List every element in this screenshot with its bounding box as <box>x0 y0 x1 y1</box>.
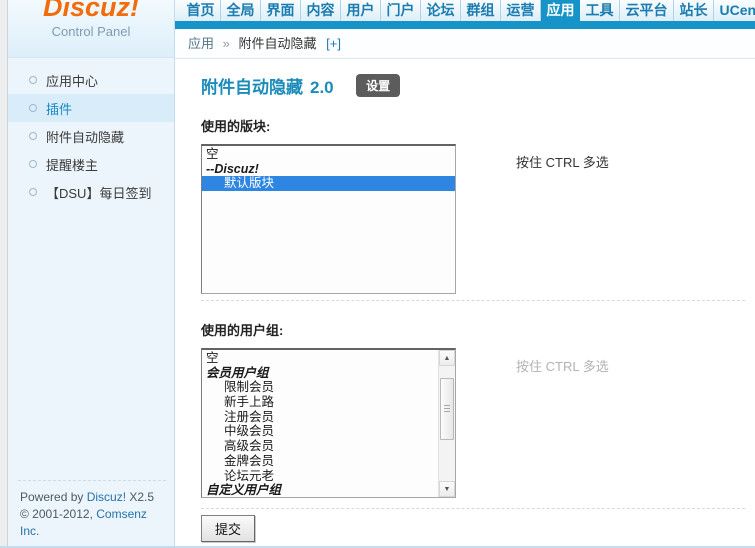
select-option[interactable]: 新手上路 <box>202 395 438 410</box>
nav-tab[interactable]: 界面 <box>261 0 301 21</box>
scroll-thumb-grip <box>444 405 450 413</box>
scrollbar[interactable]: ▲ ▼ <box>438 350 455 497</box>
bullet-icon <box>29 188 37 196</box>
nav-tab[interactable]: 工具 <box>580 0 620 21</box>
sidebar-item-label: 应用中心 <box>46 73 99 89</box>
breadcrumb-separator: » <box>222 36 230 51</box>
breadcrumb-current: 附件自动隐藏 <box>238 36 317 51</box>
sidebar-item[interactable]: 提醒楼主 <box>8 150 174 178</box>
nav-tab[interactable]: 内容 <box>301 0 341 21</box>
nav-tab[interactable]: 门户 <box>381 0 421 21</box>
select-option[interactable]: 空 <box>202 147 455 162</box>
nav-accent-stripe <box>175 21 755 29</box>
forum-field-label: 使用的版块: <box>201 119 271 134</box>
submit-button[interactable]: 提交 <box>201 515 256 542</box>
version-text: X2.5 <box>126 490 155 504</box>
select-option[interactable]: 注册会员 <box>202 410 438 425</box>
powered-by-text: Powered by <box>20 490 87 504</box>
select-option[interactable]: 中级会员 <box>202 424 438 439</box>
ctrl-multiselect-hint: 按住 CTRL 多选 <box>516 359 609 374</box>
nav-tab[interactable]: 应用 <box>541 0 580 29</box>
main-content: 附件自动隐藏 2.0 设置 使用的版块: 空 --Discuz! 默认版块 按住 CT… <box>176 59 755 548</box>
title-row: 附件自动隐藏 2.0 设置 <box>201 73 755 97</box>
ctrl-multiselect-hint: 按住 CTRL 多选 <box>516 155 609 170</box>
select-option[interactable]: 空 <box>202 351 438 366</box>
select-option[interactable]: 限制会员 <box>202 380 438 395</box>
discuz-logo[interactable]: Discuz! <box>8 0 174 23</box>
page-title: 附件自动隐藏 <box>201 78 303 97</box>
page-version: 2.0 <box>310 78 334 97</box>
discuz-link[interactable]: Discuz! <box>87 490 126 504</box>
logo-area: Discuz! Control Panel <box>8 0 174 58</box>
breadcrumb: 应用 » 附件自动隐藏 [+] <box>175 29 755 59</box>
copyright-line: © 2001-2012, Comsenz Inc. <box>20 506 164 540</box>
sidebar-item[interactable]: 【DSU】每日签到 <box>8 178 174 206</box>
sidebar-item[interactable]: 插件 <box>8 94 174 122</box>
row-separator <box>201 508 745 509</box>
select-option[interactable]: 金牌会员 <box>202 454 438 469</box>
browser-edge <box>0 0 8 548</box>
logo-subtitle: Control Panel <box>51 24 131 39</box>
nav-tab[interactable]: 用户 <box>341 0 381 21</box>
select-option[interactable]: 高级会员 <box>202 439 438 454</box>
header: 首页全局界面内容用户门户论坛群组运营应用工具云平台站长UCenter 应用 » … <box>175 0 755 59</box>
select-option[interactable]: 会员用户组 <box>202 366 438 381</box>
usergroup-select[interactable]: 空会员用户组 限制会员 新手上路 注册会员 中级会员 高级会员 金牌会员 论坛元老 自定义用户组… <box>201 348 456 498</box>
settings-button[interactable]: 设置 <box>356 74 401 97</box>
nav-tab[interactable]: 运营 <box>501 0 541 21</box>
sidebar-item-label: 附件自动隐藏 <box>46 129 125 145</box>
breadcrumb-section[interactable]: 应用 <box>188 36 214 51</box>
scroll-thumb[interactable] <box>440 378 454 440</box>
sidebar-item[interactable]: 应用中心 <box>8 66 174 94</box>
row-separator <box>201 300 745 301</box>
copyright-text: © 2001-2012, <box>20 507 97 521</box>
bullet-icon <box>29 160 37 168</box>
select-option[interactable]: 论坛元老 <box>202 469 438 484</box>
top-nav: 首页全局界面内容用户门户论坛群组运营应用工具云平台站长UCenter <box>175 0 755 29</box>
scroll-up-icon[interactable]: ▲ <box>439 350 455 366</box>
breadcrumb-expand-link[interactable]: [+] <box>326 36 341 51</box>
usergroup-field-row: 空会员用户组 限制会员 新手上路 注册会员 中级会员 高级会员 金牌会员 论坛元老 自定义用户组… <box>201 348 755 498</box>
powered-by-line: Powered by Discuz! X2.5 <box>20 489 164 506</box>
usergroup-field-label: 使用的用户组: <box>201 323 284 338</box>
bullet-icon <box>29 76 37 84</box>
sidebar-item-label: 提醒楼主 <box>46 157 99 173</box>
bullet-icon <box>29 132 37 140</box>
sidebar-item-label: 【DSU】每日签到 <box>46 185 152 201</box>
sidebar-menu: 应用中心插件附件自动隐藏 提醒楼主【DSU】每日签到 <box>8 58 174 206</box>
sidebar-footer: Powered by Discuz! X2.5 © 2001-2012, Com… <box>18 480 166 544</box>
nav-tab[interactable]: 论坛 <box>421 0 461 21</box>
nav-tab[interactable]: 首页 <box>181 0 221 21</box>
nav-tab[interactable]: 云平台 <box>620 0 674 21</box>
sidebar-item[interactable]: 附件自动隐藏 <box>8 122 174 150</box>
nav-tab[interactable]: UCenter <box>714 0 755 21</box>
forum-field-row: 空 --Discuz! 默认版块 按住 CTRL 多选 <box>201 144 755 294</box>
sidebar-item-label: 插件 <box>46 101 73 117</box>
sidebar: Discuz! Control Panel 应用中心插件附件自动隐藏 提醒楼主【D… <box>8 0 175 548</box>
nav-tab[interactable]: 群组 <box>461 0 501 21</box>
select-option[interactable]: 自定义用户组 <box>202 483 438 497</box>
bullet-icon <box>29 104 37 112</box>
select-option[interactable]: --Discuz! <box>202 162 455 177</box>
select-option[interactable]: 默认版块 <box>202 176 455 192</box>
scroll-down-icon[interactable]: ▼ <box>439 481 455 497</box>
nav-tab[interactable]: 站长 <box>674 0 714 21</box>
forum-select[interactable]: 空 --Discuz! 默认版块 <box>201 144 456 294</box>
nav-tab[interactable]: 全局 <box>221 0 261 21</box>
